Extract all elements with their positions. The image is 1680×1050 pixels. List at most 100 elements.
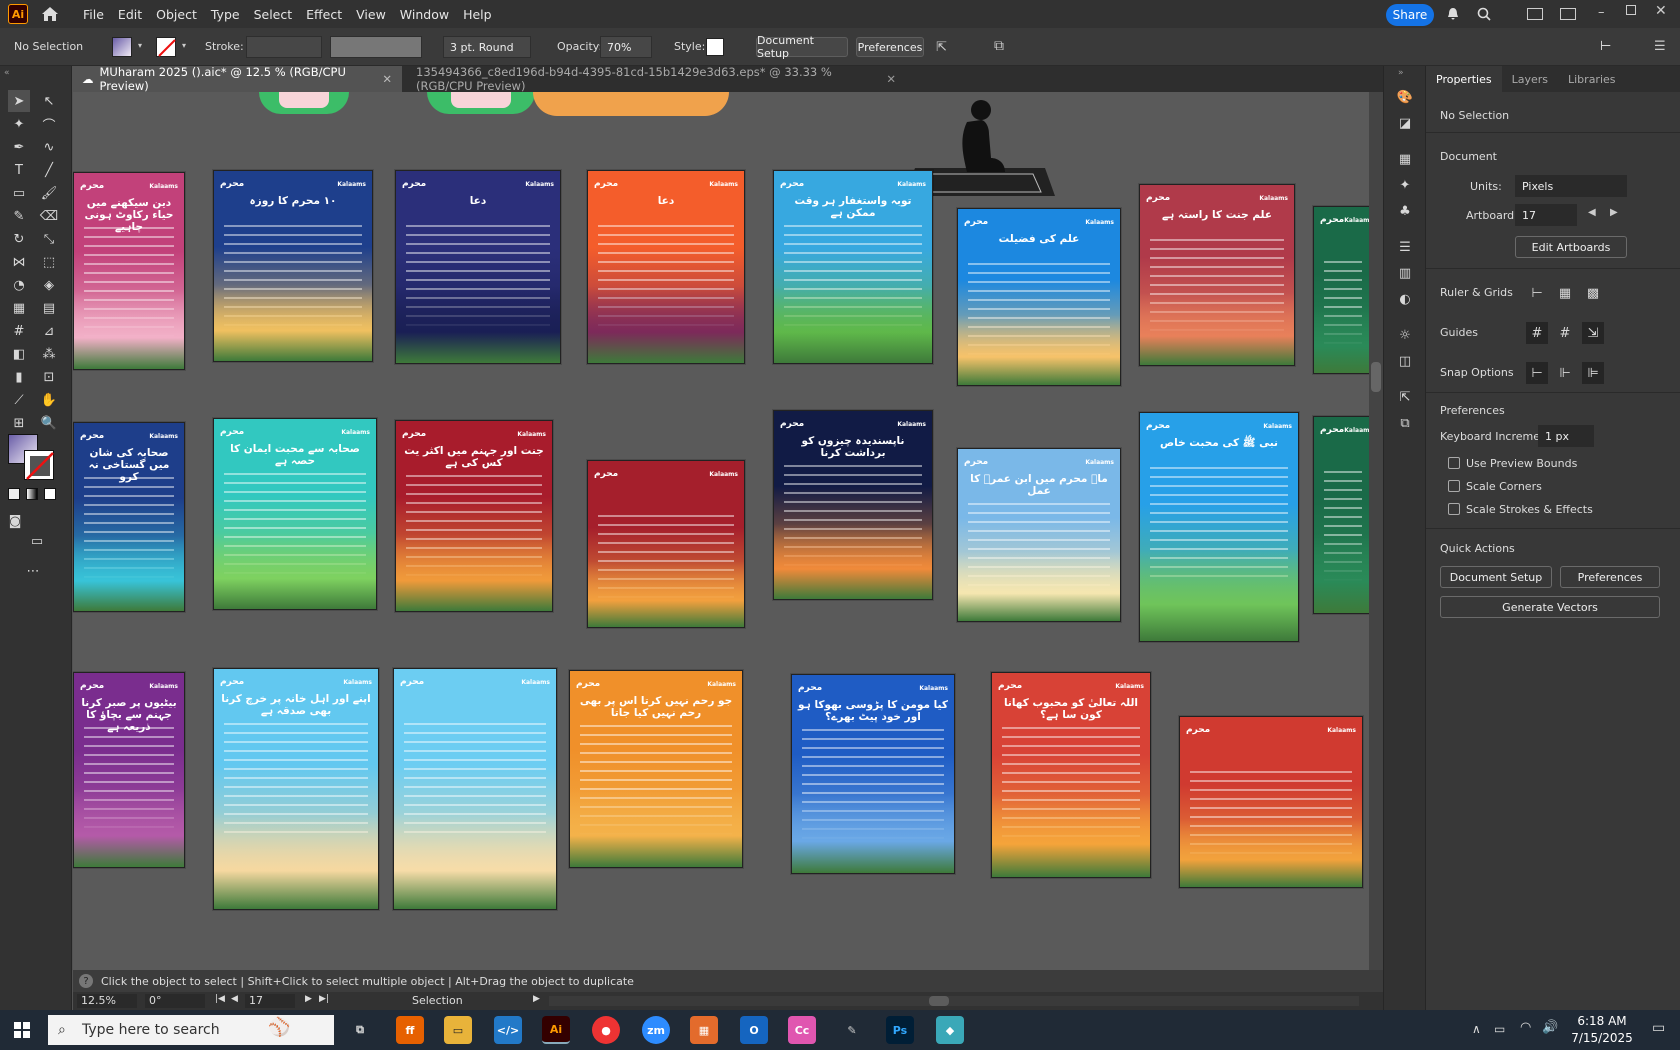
artboard-card[interactable]: محرم Kalaams صحابہ سے محبت ایمان کا حصہ ہے — [213, 418, 377, 610]
zoom-app-icon[interactable]: zm — [642, 1016, 670, 1044]
share-button[interactable]: Share — [1386, 4, 1434, 26]
keyboard-increment-input[interactable]: 1 px — [1538, 425, 1594, 447]
hand-tool-icon[interactable]: ✋ — [38, 389, 60, 411]
more-tools-icon[interactable]: ⋯ — [22, 560, 44, 582]
photoshop-icon[interactable]: Ps — [886, 1016, 914, 1044]
shape-builder-tool-icon[interactable]: ◔ — [8, 274, 30, 296]
scale-tool-icon[interactable]: ⤡ — [38, 228, 60, 250]
tab-properties[interactable]: Properties — [1426, 66, 1502, 92]
free-transform-tool-icon[interactable]: ⬚ — [38, 251, 60, 273]
document-setup-button[interactable]: Document Setup — [756, 34, 848, 60]
help-icon[interactable]: ? — [79, 974, 93, 988]
draw-normal-icon[interactable]: ◙ — [4, 510, 26, 532]
home-icon[interactable] — [38, 4, 62, 24]
artboard-card[interactable]: محرم Kalaams — [393, 668, 557, 910]
grid-icon[interactable]: ▦ — [1554, 282, 1576, 304]
preferences-button[interactable]: Preferences — [856, 37, 924, 57]
menu-edit[interactable]: Edit — [111, 7, 149, 22]
fill-dropdown-icon[interactable]: ▾ — [138, 41, 142, 50]
live-paint-tool-icon[interactable]: ◈ — [38, 274, 60, 296]
tab-layers[interactable]: Layers — [1502, 66, 1558, 92]
artboard-card[interactable]: محرم Kalaams دعا — [587, 170, 745, 364]
lock-guides-icon[interactable]: # — [1554, 322, 1576, 344]
snap-point-icon[interactable]: ⊢ — [1526, 362, 1548, 384]
type-tool-icon[interactable]: T — [8, 159, 30, 181]
prev-artboard-icon[interactable]: ◀ — [1588, 207, 1596, 218]
artboard-card[interactable]: محرم Kalaams جو رحم نہیں کرتا اس پر بھی رح… — [569, 670, 743, 868]
rotate-view-select[interactable]: 0° — [145, 994, 205, 1008]
transparency-icon[interactable]: ◐ — [1394, 288, 1416, 310]
close-icon[interactable]: ✕ — [1655, 3, 1667, 19]
app-diamond-icon[interactable]: ◆ — [936, 1016, 964, 1044]
artboard-card[interactable]: محرمKalaamsصحابہ کی شان میں گستاخی نہ کر… — [73, 422, 185, 612]
symbol-sprayer-tool-icon[interactable]: ⁂ — [38, 343, 60, 365]
notifications-icon[interactable]: ▭ — [1652, 1020, 1665, 1036]
color-guide-icon[interactable]: ◪ — [1394, 112, 1416, 134]
artboard-select[interactable]: 17 — [1515, 204, 1577, 226]
variable-width-profile[interactable] — [330, 36, 422, 58]
artboard-card[interactable]: محرم Kalaams علم جنت کا راستہ ہے — [1139, 184, 1295, 366]
export-icon[interactable]: ⇱ — [1394, 386, 1416, 408]
app-icon[interactable]: ▦ — [690, 1016, 718, 1044]
menu-select[interactable]: Select — [247, 7, 300, 22]
tab-libraries[interactable]: Libraries — [1558, 66, 1626, 92]
screen-mode-icon[interactable]: ▭ — [26, 530, 48, 552]
align-icon[interactable]: ⇱ — [936, 40, 947, 55]
print-tiling-tool-icon[interactable]: ⊞ — [8, 412, 30, 434]
gradient-panel-icon[interactable]: ▥ — [1394, 262, 1416, 284]
direct-selection-tool-icon[interactable]: ↖ — [38, 90, 60, 112]
collapse-toolbar-icon[interactable]: « — [4, 68, 10, 78]
horizontal-scrollbar[interactable] — [549, 996, 1359, 1006]
creative-cloud-icon[interactable]: Cc — [788, 1016, 816, 1044]
pen-app-icon[interactable]: ✎ — [838, 1016, 866, 1044]
quick-document-setup-button[interactable]: Document Setup — [1440, 566, 1552, 588]
taskbar-search-box[interactable]: ⌕ Type here to search ⚾ — [48, 1015, 334, 1045]
tray-chevron-icon[interactable]: ∧ — [1472, 1022, 1481, 1036]
clock-date[interactable]: 7/15/2025 — [1568, 1031, 1636, 1045]
tab-muharam[interactable]: ☁ MUharam 2025 ().aic* @ 12.5 % (RGB/CPU… — [72, 65, 402, 93]
tab-close-icon[interactable]: ✕ — [382, 72, 392, 86]
brushes-icon[interactable]: ✦ — [1394, 174, 1416, 196]
artboard-card[interactable]: محرم Kalaams توبہ واستغفار ہر وقت ممکن ہے — [773, 170, 933, 364]
shaper-tool-icon[interactable]: ✎ — [8, 205, 30, 227]
pen-tool-icon[interactable]: ✒ — [8, 136, 30, 158]
generate-vectors-button[interactable]: Generate Vectors — [1440, 596, 1660, 618]
opacity-input[interactable]: 70% — [600, 36, 652, 58]
line-tool-icon[interactable]: ╱ — [38, 159, 60, 181]
previous-artboard-icon[interactable]: ◀ — [231, 994, 238, 1004]
menu-view[interactable]: View — [349, 7, 393, 22]
menu-type[interactable]: Type — [204, 7, 247, 22]
gradient-tool-icon[interactable]: ▤ — [38, 297, 60, 319]
vscode-icon[interactable]: </> — [494, 1016, 522, 1044]
arrange-icon[interactable] — [1560, 8, 1576, 20]
task-view-icon[interactable]: ⧉ — [346, 1016, 374, 1044]
artboard-card[interactable]: محرم Kalaams اللہ تعالیٰ کو محبوب کھانا کو… — [991, 672, 1151, 878]
smart-guides-icon[interactable]: ⇲ — [1582, 322, 1604, 344]
slice-tool-icon[interactable]: ⟋ — [8, 389, 30, 411]
stroke-dropdown-icon[interactable]: ▾ — [182, 41, 186, 50]
curvature-tool-icon[interactable]: ∿ — [38, 136, 60, 158]
artboard-card[interactable]: محرم Kalaams نبی ﷺ کی محبت خاص — [1139, 412, 1299, 642]
wifi-icon[interactable]: ◠ — [1520, 1020, 1531, 1035]
edit-artboards-button[interactable]: Edit Artboards — [1515, 236, 1627, 258]
scale-corners-checkbox[interactable] — [1448, 480, 1460, 492]
lasso-tool-icon[interactable]: ⌒ — [38, 113, 60, 135]
menu-effect[interactable]: Effect — [299, 7, 349, 22]
graph-tool-icon[interactable]: ▮ — [8, 366, 30, 388]
chrome-icon[interactable]: ● — [592, 1016, 620, 1044]
artboard-card[interactable]: محرم Kalaams — [587, 460, 745, 628]
next-artboard-icon[interactable]: ▶ — [1610, 207, 1618, 218]
snap-pixel-grid-icon[interactable]: ⊫ — [1582, 362, 1604, 384]
illustrator-taskbar-icon[interactable]: Ai — [542, 1016, 570, 1044]
tab-close-icon[interactable]: ✕ — [886, 72, 896, 86]
artboard-card[interactable]: محرم Kalaams دعا — [395, 170, 561, 364]
collapse-strip-icon[interactable]: » — [1398, 68, 1404, 78]
artboards-panel-icon[interactable]: ⧉ — [1394, 412, 1416, 434]
show-guides-icon[interactable]: # — [1526, 322, 1548, 344]
eyedropper-tool-icon[interactable]: ⊿ — [38, 320, 60, 342]
eraser-tool-icon[interactable]: ⌫ — [38, 205, 60, 227]
clock-time[interactable]: 6:18 AM — [1572, 1014, 1632, 1028]
artboard-card[interactable]: محرم Kalaams دین سیکھنے میں حیاء رکاوٹ ہون… — [73, 172, 185, 370]
firefox-icon[interactable]: ff — [396, 1016, 424, 1044]
menu-object[interactable]: Object — [149, 7, 204, 22]
